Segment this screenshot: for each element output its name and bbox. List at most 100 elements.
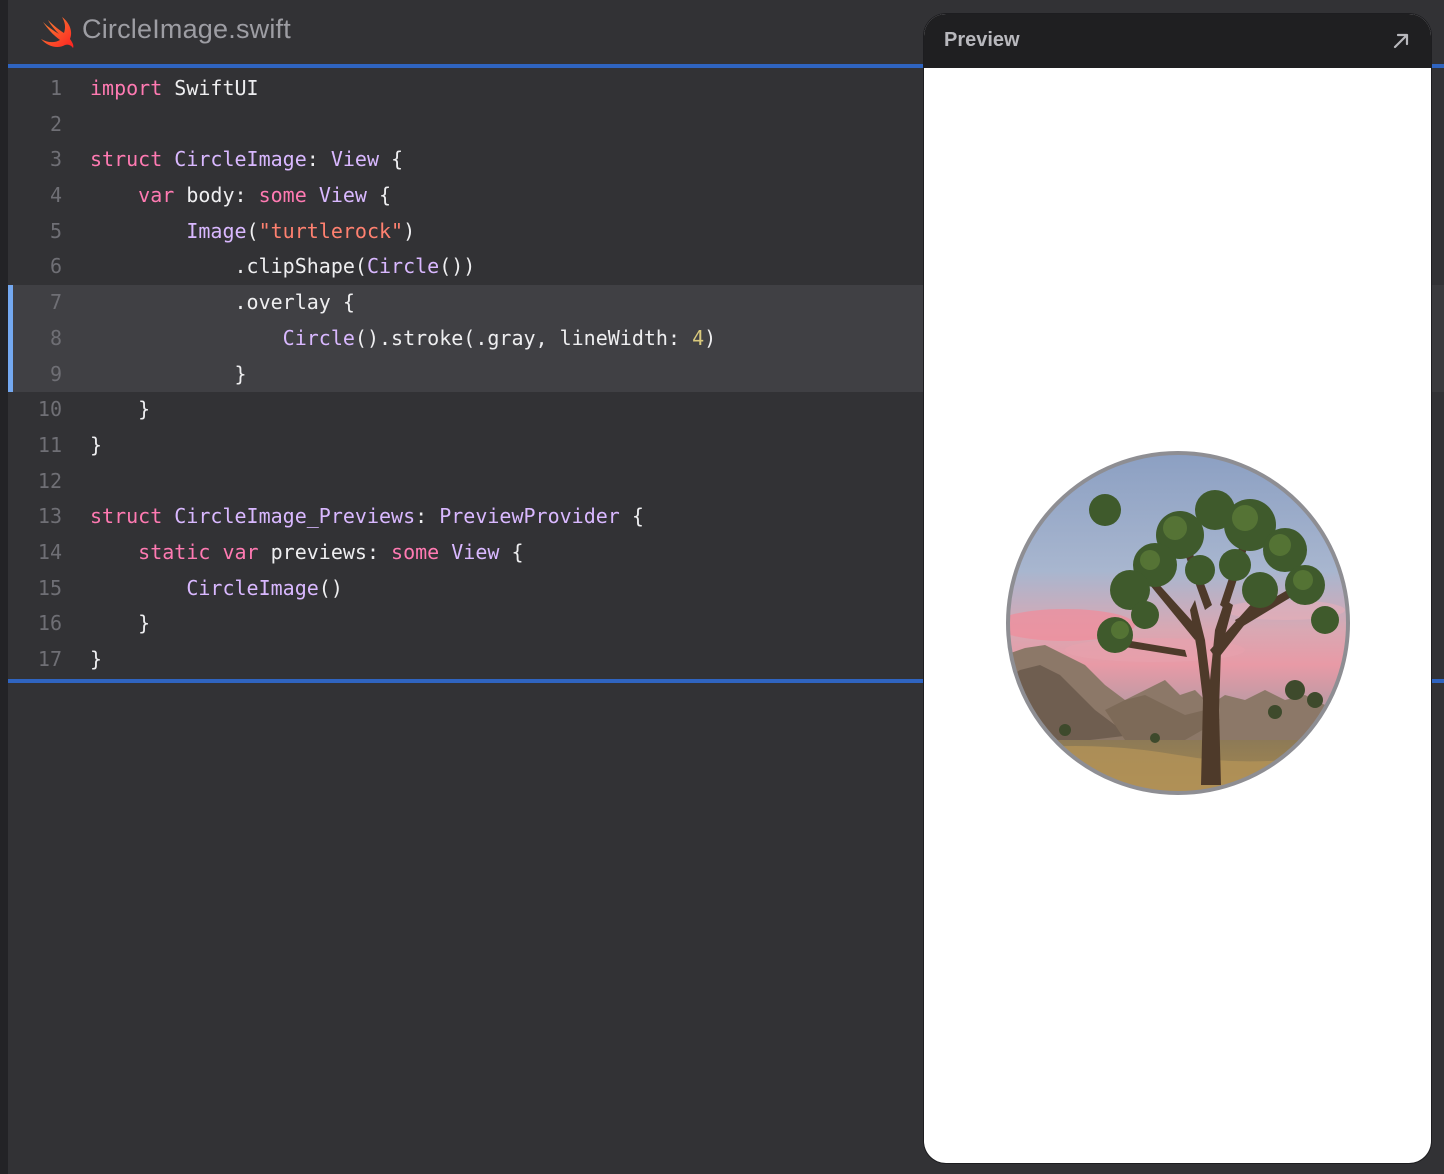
code-line[interactable]: 1 import SwiftUI <box>8 71 924 107</box>
code-line[interactable]: 13 struct CircleImage_Previews: PreviewPr… <box>8 499 924 535</box>
code-text: } <box>90 357 247 393</box>
code-line[interactable]: 4 var body: some View { <box>8 178 924 214</box>
code-area[interactable]: 1 import SwiftUI 2 3 struct CircleImage: Vie… <box>8 71 924 678</box>
top-divider <box>8 64 924 68</box>
code-line[interactable]: 17} <box>8 642 924 678</box>
code-line[interactable]: 11} <box>8 428 924 464</box>
line-number: 12 <box>37 468 62 493</box>
code-token: View <box>330 147 380 172</box>
code-token: () <box>318 575 343 600</box>
code-token: ( <box>246 218 259 243</box>
code-token: Image <box>186 218 247 243</box>
code-line[interactable]: 16 } <box>8 606 924 642</box>
code-text: .overlay { <box>90 285 355 321</box>
code-token: CircleImage_Previews <box>174 504 416 529</box>
code-token: "turtlerock" <box>258 218 404 243</box>
line-number: 3 <box>49 147 62 172</box>
code-token: CircleImage <box>174 147 307 172</box>
file-title: CircleImage.swift <box>82 14 291 44</box>
code-line[interactable]: 5 Image("turtlerock") <box>8 214 924 250</box>
code-token: } <box>90 361 247 386</box>
code-line[interactable]: 10 } <box>8 392 924 428</box>
line-number: 14 <box>37 539 62 564</box>
bottom-divider-right <box>1431 679 1444 683</box>
code-token: { <box>366 183 392 208</box>
code-line[interactable]: 7 .overlay { <box>8 285 924 321</box>
code-token: } <box>90 397 151 422</box>
code-token: { <box>499 539 524 564</box>
code-token: PreviewProvider <box>439 504 620 529</box>
code-token: ) <box>403 218 416 243</box>
code-text: Image("turtlerock") <box>90 214 415 250</box>
line-number: 1 <box>49 76 62 100</box>
code-text: struct CircleImage: View { <box>90 142 403 178</box>
line-number: 16 <box>37 611 62 636</box>
line-number: 13 <box>37 504 62 529</box>
code-token: ()) <box>439 254 476 279</box>
code-token: { <box>619 504 644 529</box>
bottom-divider <box>8 679 924 683</box>
code-token: ().stroke(.gray, lineWidth: <box>354 325 693 350</box>
code-line[interactable]: 2 <box>8 107 924 143</box>
preview-title: Preview <box>944 29 1020 51</box>
code-token: Circle <box>282 325 355 350</box>
code-text: import SwiftUI <box>90 71 259 107</box>
code-token: var <box>138 183 175 208</box>
line-number: 4 <box>49 183 62 208</box>
code-token: } <box>90 432 103 457</box>
line-number: 5 <box>49 218 62 243</box>
file-header: CircleImage.swift <box>8 0 924 64</box>
line-number: 2 <box>49 111 62 136</box>
line-number: 15 <box>37 575 62 600</box>
line-number: 7 <box>49 290 62 315</box>
code-line[interactable]: 15 CircleImage() <box>8 571 924 607</box>
line-number: 6 <box>49 254 62 279</box>
code-token: Circle <box>366 254 440 279</box>
code-text: static var previews: some View { <box>90 535 524 571</box>
turtlerock-circle-image <box>1006 451 1350 795</box>
code-text: } <box>90 392 150 428</box>
code-token: struct <box>90 504 175 529</box>
code-token: View <box>451 539 500 564</box>
code-token: View <box>318 183 367 208</box>
line-number: 9 <box>49 361 62 386</box>
code-text: } <box>90 606 150 642</box>
code-token: 4 <box>692 325 705 350</box>
code-text: } <box>90 428 102 464</box>
code-line[interactable]: 6 .clipShape(Circle()) <box>8 249 924 285</box>
code-line[interactable]: 8 Circle().stroke(.gray, lineWidth: 4) <box>8 320 924 357</box>
expand-arrow-icon[interactable] <box>1390 30 1412 52</box>
code-line[interactable]: 9 } <box>8 356 924 393</box>
code-text: .clipShape(Circle()) <box>90 249 475 285</box>
code-text: } <box>90 642 102 678</box>
line-number: 10 <box>37 397 62 422</box>
code-text: struct CircleImage_Previews: PreviewProv… <box>90 499 644 535</box>
code-token: { <box>379 147 404 172</box>
preview-panel: Preview <box>924 14 1431 1163</box>
code-token: some <box>258 183 307 208</box>
code-token: import <box>90 76 163 100</box>
code-line[interactable]: 14 static var previews: some View { <box>8 535 924 571</box>
code-token: } <box>90 647 103 671</box>
code-line[interactable]: 3 struct CircleImage: View { <box>8 142 924 178</box>
code-token: CircleImage <box>186 575 319 600</box>
code-token: .clipShape( <box>90 254 367 279</box>
code-token: : <box>306 147 331 172</box>
preview-header: Preview <box>924 14 1431 68</box>
code-token: .overlay { <box>90 290 355 315</box>
code-text: var body: some View { <box>90 178 391 214</box>
code-line[interactable]: 12 <box>8 464 924 500</box>
highlight-strip-right <box>1431 285 1444 392</box>
code-token: ) <box>704 325 717 350</box>
code-token: : <box>415 504 440 529</box>
code-token: var <box>222 539 259 564</box>
swift-logo-icon <box>41 17 74 48</box>
